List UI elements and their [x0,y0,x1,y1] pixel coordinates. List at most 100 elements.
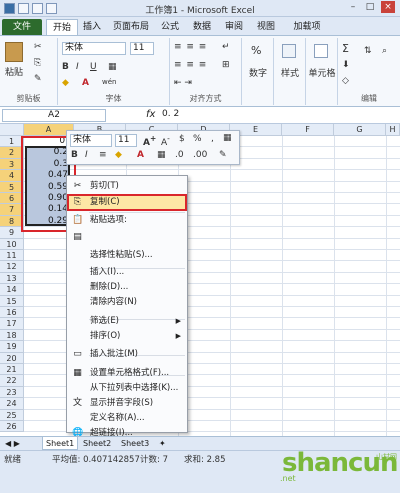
mini-shrink-font-icon[interactable]: A- [161,134,170,148]
row-header[interactable]: 13 [0,272,24,285]
column-header-g[interactable]: G [334,124,386,136]
tab-home[interactable]: 开始 [46,19,78,35]
row-header[interactable]: 18 [0,329,24,342]
mini-comma-icon[interactable]: , [211,134,214,144]
underline-button[interactable]: U [90,62,97,72]
row-header[interactable]: 14 [0,284,24,296]
tab-file[interactable]: 文件 [2,19,42,35]
context-menu-item[interactable]: ✂ 剪切(T) [67,178,187,194]
paste-button[interactable]: 粘贴 [2,65,26,78]
mini-italic-button[interactable]: I [85,150,88,160]
tab-page-layout[interactable]: 页面布局 [107,19,155,35]
formula-input[interactable]: 0. 2 [162,109,179,119]
row-header[interactable]: 12 [0,261,24,273]
context-menu-item[interactable]: 📋 粘贴选项: [67,212,187,228]
close-button[interactable]: × [381,1,395,13]
context-menu-item[interactable]: 删除(D)... [67,279,187,295]
row-header[interactable]: 21 [0,364,24,376]
fill-color-icon[interactable]: ◆ [62,78,69,88]
mini-grow-font-icon[interactable]: A+ [143,134,156,148]
fx-icon[interactable]: fx [146,109,155,120]
number-format-button[interactable]: 数字 [244,66,272,79]
worksheet-grid[interactable]: A B C D E F G H 123456789101112131415161… [0,124,400,436]
mini-increase-decimal-icon[interactable]: .00 [193,150,207,160]
row-header[interactable]: 11 [0,250,24,262]
context-menu-item[interactable]: 文显示拼音字段(S) [67,395,187,411]
tab-formulas[interactable]: 公式 [158,19,182,35]
context-menu-item[interactable]: 定义名称(A)... [67,410,187,426]
mini-align-icon[interactable]: ≡ [99,150,107,160]
mini-currency-icon[interactable]: $ [179,134,185,144]
styles-icon[interactable] [282,44,296,58]
minimize-button[interactable]: – [346,1,360,13]
row-header[interactable]: 25 [0,409,24,421]
font-color-icon[interactable]: A [82,78,89,88]
find-icon[interactable]: ⌕ [382,46,387,56]
autosum-icon[interactable]: Σ [342,42,349,55]
cells-button[interactable]: 单元格 [306,66,338,79]
mini-format-painter-icon[interactable]: ✎ [219,150,227,160]
styles-button[interactable]: 样式 [276,66,304,79]
tab-review[interactable]: 审阅 [222,19,246,35]
percent-icon[interactable]: % [251,44,261,57]
name-box[interactable]: A2 [2,109,106,122]
context-menu-item[interactable]: 🌐 超链接(I)... [67,425,187,436]
context-menu-item[interactable]: 筛选(E) ▶ [67,313,187,329]
phonetic-icon[interactable]: wén [102,78,116,86]
context-menu-item[interactable]: 选择性粘贴(S)... [67,247,187,263]
font-name-combo[interactable]: 宋体 [62,42,126,55]
column-header-h[interactable]: H [386,124,400,136]
italic-button[interactable]: I [76,62,79,72]
insert-sheet-icon[interactable]: ✦ [156,437,169,450]
context-menu-item[interactable]: 从下拉列表中选择(K)... [67,380,187,396]
column-header-f[interactable]: F [282,124,334,136]
indent-icon[interactable]: ⇤ ⇥ [174,78,192,88]
align-left-icon[interactable]: ≡ ≡ ≡ [174,60,207,70]
sheet-tab-1[interactable]: Sheet1 [42,437,79,450]
row-header[interactable]: 10 [0,238,24,250]
context-menu-item[interactable]: ⎘ 复制(C) [67,194,187,210]
mini-border-icon[interactable]: ▦ [157,150,166,160]
align-top-icon[interactable]: ≡ ≡ ≡ [174,42,207,52]
context-menu-item[interactable]: ▤ [67,229,187,245]
border-icon[interactable]: ▦ [108,62,117,72]
tab-addins[interactable]: 加载项 [288,19,326,35]
fill-icon[interactable]: ⬇ [342,60,350,70]
row-header[interactable]: 24 [0,398,24,410]
copy-icon[interactable]: ⎘ [34,58,41,68]
sheet-tab-2[interactable]: Sheet2 [80,437,114,450]
sort-filter-icon[interactable]: ⇅ [364,46,372,56]
format-painter-icon[interactable]: ✎ [34,74,42,84]
bold-button[interactable]: B [62,62,69,72]
row-header[interactable]: 19 [0,341,24,353]
context-menu-item[interactable]: 排序(O) ▶ [67,328,187,344]
context-menu-item[interactable]: ▦ 设置单元格格式(F)... [67,365,187,381]
cut-icon[interactable]: ✂ [34,42,42,52]
maximize-button[interactable]: □ [363,1,377,13]
row-header[interactable]: 16 [0,307,24,319]
mini-font-combo[interactable]: 宋体 [70,134,112,147]
merge-icon[interactable]: ⊞ [222,60,230,70]
mini-percent-button[interactable]: % [193,134,202,144]
row-header[interactable]: 17 [0,318,24,330]
row-header[interactable]: 23 [0,386,24,399]
context-menu-item[interactable]: ▭ 插入批注(M) [67,346,187,362]
select-all-corner[interactable] [0,124,24,136]
clear-icon[interactable]: ◇ [342,76,349,86]
mini-size-combo[interactable]: 11 [115,134,137,147]
sheet-nav-icon[interactable]: ◀ ▶ [2,437,23,450]
tab-view[interactable]: 视图 [254,19,278,35]
mini-decrease-decimal-icon[interactable]: .0 [175,150,184,160]
tab-insert[interactable]: 插入 [80,19,104,35]
row-header[interactable]: 20 [0,352,24,364]
row-header[interactable]: 15 [0,295,24,307]
tab-data[interactable]: 数据 [190,19,214,35]
mini-font-color-icon[interactable]: A [137,150,144,160]
mini-fill-color-icon[interactable]: ◆ [115,150,122,160]
wrap-text-icon[interactable]: ↵ [222,42,230,52]
mini-bold-button[interactable]: B [71,150,78,160]
sheet-tab-3[interactable]: Sheet3 [118,437,152,450]
mini-format-icon[interactable]: ▦ [223,133,232,143]
context-menu-item[interactable]: 清除内容(N) [67,294,187,310]
row-header[interactable]: 26 [0,421,24,433]
